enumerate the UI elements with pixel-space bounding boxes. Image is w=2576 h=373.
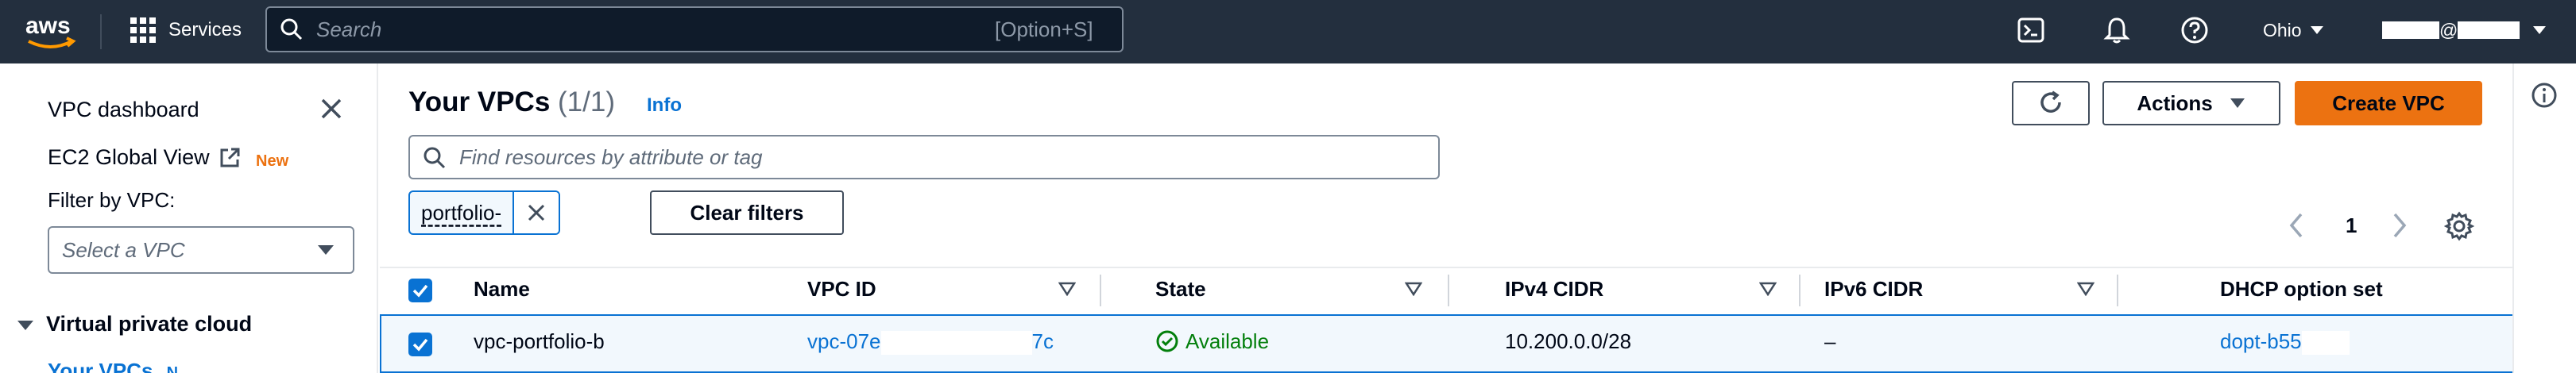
sidebar-item-vpc-dashboard[interactable]: VPC dashboard (48, 95, 199, 124)
cell-dhcp-option-set[interactable]: dopt-b55 (2220, 327, 2350, 356)
services-menu[interactable]: Services (168, 17, 242, 44)
search-icon (423, 146, 447, 170)
column-divider[interactable] (1100, 275, 1101, 306)
top-navigation: aws Services [Option+S] Ohio @ (0, 0, 2576, 63)
redacted-dhcp-id (2301, 331, 2350, 356)
clear-filters-button[interactable]: Clear filters (650, 190, 844, 235)
table-row[interactable] (380, 314, 2512, 373)
global-search-input[interactable] (316, 13, 952, 46)
filter-by-vpc-label: Filter by VPC: (48, 188, 176, 212)
redacted-vpc-id (880, 331, 1032, 356)
aws-logo[interactable]: aws (24, 10, 78, 54)
sidebar-section-virtual-private-cloud[interactable]: Virtual private cloud (46, 310, 252, 338)
table-header (380, 267, 2512, 314)
sort-icon[interactable] (1058, 282, 1077, 297)
row-checkbox[interactable] (408, 333, 432, 356)
column-divider[interactable] (1448, 275, 1449, 306)
gear-icon[interactable] (2443, 211, 2475, 241)
caret-down-icon[interactable] (16, 317, 35, 333)
search-icon (280, 17, 304, 41)
new-badge: New (256, 152, 289, 170)
nav-divider (100, 14, 102, 49)
cell-ipv4-cidr: 10.200.0.0/28 (1505, 329, 1632, 353)
cell-name: vpc-portfolio-b (474, 329, 605, 353)
filter-token-label[interactable]: portfolio- (410, 192, 515, 233)
new-badge: N (166, 364, 179, 373)
main-content: Your VPCs (1/1) Info Actions Create VPC … (380, 63, 2512, 373)
page-title-text: Your VPCs (408, 87, 551, 117)
redacted-account-id (2458, 21, 2520, 39)
state-label: Available (1186, 329, 1270, 353)
page-title: Your VPCs (1/1) (408, 84, 615, 121)
sidebar-item-ec2-global-view[interactable]: EC2 Global View (48, 143, 210, 171)
column-header-dhcp-option-set[interactable]: DHCP option set (2220, 275, 2383, 303)
redacted-account-name (2382, 21, 2439, 39)
vpc-id-start: vpc-07e (807, 329, 881, 353)
property-filter-input[interactable] (459, 141, 1413, 173)
dhcp-option-set-link: dopt-b55 (2220, 329, 2302, 353)
chevron-right-icon[interactable] (2390, 211, 2409, 240)
actions-button[interactable]: Actions (2102, 81, 2280, 125)
column-divider[interactable] (1799, 275, 1800, 306)
external-link-icon (218, 146, 242, 170)
account-at-sign: @ (2439, 19, 2458, 40)
aws-logo-text: aws (25, 13, 71, 39)
close-icon[interactable] (514, 192, 559, 233)
caret-down-icon (2532, 24, 2547, 37)
check-circle-icon (1156, 330, 1178, 352)
refresh-icon (2040, 90, 2061, 113)
selection-count: (1/1) (558, 87, 615, 117)
column-header-state[interactable]: State (1155, 275, 1206, 303)
vpc-filter-select-value: Select a VPC (62, 238, 185, 262)
vpc-id-end: 7c (1031, 329, 1054, 353)
tools-rail (2512, 63, 2576, 373)
sort-icon[interactable] (1404, 282, 1423, 297)
grid-icon[interactable] (129, 16, 157, 44)
search-shortcut-hint: [Option+S] (995, 17, 1093, 41)
caret-down-icon (2309, 24, 2325, 37)
column-header-ipv6-cidr[interactable]: IPv6 CIDR (1824, 275, 1923, 303)
help-icon[interactable] (2180, 16, 2209, 44)
sort-icon[interactable] (2076, 282, 2095, 297)
region-selector[interactable]: Ohio (2263, 17, 2302, 43)
refresh-button[interactable] (2012, 81, 2090, 125)
filter-token[interactable]: portfolio- (408, 190, 561, 235)
column-header-name[interactable]: Name (474, 275, 530, 303)
column-header-vpc-id[interactable]: VPC ID (807, 275, 876, 303)
caret-down-icon (316, 242, 335, 258)
info-link[interactable]: Info (647, 94, 682, 117)
chevron-left-icon[interactable] (2287, 211, 2306, 240)
column-divider[interactable] (2117, 275, 2118, 306)
sort-icon[interactable] (1758, 282, 1777, 297)
bell-icon[interactable] (2102, 16, 2131, 44)
sidebar-item-your-vpcs-label: Your VPCs (48, 359, 153, 373)
create-vpc-button[interactable]: Create VPC (2295, 81, 2482, 125)
close-icon[interactable] (316, 94, 346, 124)
page-number[interactable]: 1 (2346, 211, 2357, 240)
caret-down-icon (2230, 98, 2245, 108)
actions-button-label: Actions (2137, 90, 2213, 115)
cell-ipv6-cidr: – (1824, 329, 1836, 353)
side-navigation: VPC dashboard EC2 Global View New Filter… (0, 63, 378, 373)
cloudshell-icon[interactable] (2017, 16, 2045, 44)
info-icon[interactable] (2530, 81, 2559, 110)
cell-state: Available (1155, 327, 1269, 356)
select-all-checkbox[interactable] (408, 279, 432, 302)
sidebar-item-your-vpcs[interactable]: Your VPCs N (48, 357, 178, 373)
account-menu[interactable]: @ (2382, 16, 2520, 44)
cell-vpc-id[interactable]: vpc-07e 7c (807, 327, 1054, 356)
column-header-ipv4-cidr[interactable]: IPv4 CIDR (1505, 275, 1603, 303)
